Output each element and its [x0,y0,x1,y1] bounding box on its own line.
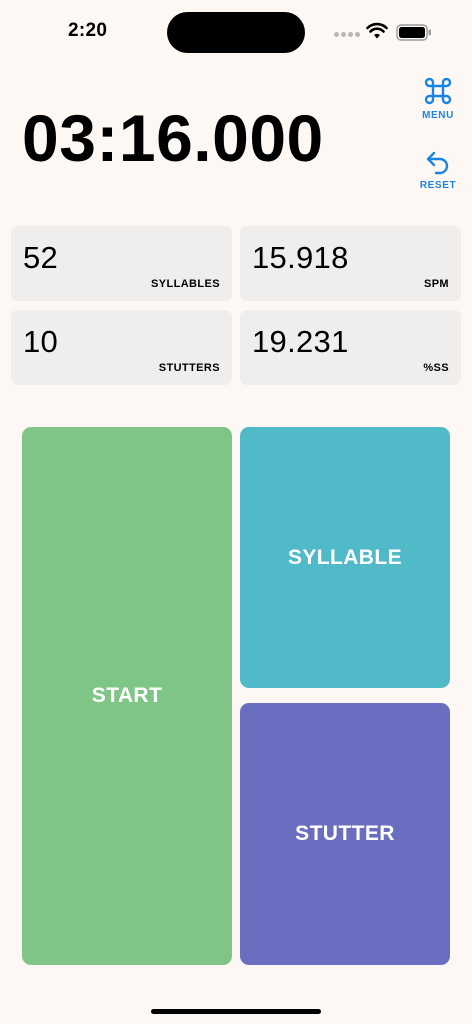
command-icon [424,77,452,105]
percent-ss-value: 19.231 [252,324,349,359]
stutter-button[interactable]: STUTTER [240,703,450,965]
battery-icon [396,24,431,41]
spm-value: 15.918 [252,240,349,275]
spm-label: SPM [423,278,449,290]
syllables-value: 52 [23,240,59,275]
status-time: 2:20 [68,20,108,41]
syllable-button-label: SYLLABLE [287,545,403,569]
cellular-signal-icon [334,32,360,37]
percent-ss-label: %SS [423,362,449,374]
home-indicator[interactable] [151,1009,321,1014]
elapsed-timer: 03:16.000 [22,101,324,175]
menu-label: MENU [422,110,454,121]
dynamic-island [167,12,305,53]
stutters-stat-card: 10 STUTTERS [11,310,232,385]
reset-button[interactable]: RESET [408,146,468,191]
stutters-label: STUTTERS [158,362,220,374]
spm-stat-card: 15.918 SPM [240,226,461,301]
stutter-button-label: STUTTER [295,822,395,845]
stutters-value: 10 [23,324,59,359]
start-button-label: START [91,684,163,707]
start-button[interactable]: START [22,427,232,965]
wifi-icon [366,22,388,39]
syllables-label: SYLLABLES [151,278,220,290]
menu-button[interactable]: MENU [408,76,468,121]
percent-ss-stat-card: 19.231 %SS [240,310,461,385]
syllables-stat-card: 52 SYLLABLES [11,226,232,301]
undo-arrow-icon [426,151,449,175]
syllable-button[interactable]: SYLLABLE [240,427,450,688]
reset-label: RESET [419,180,457,191]
